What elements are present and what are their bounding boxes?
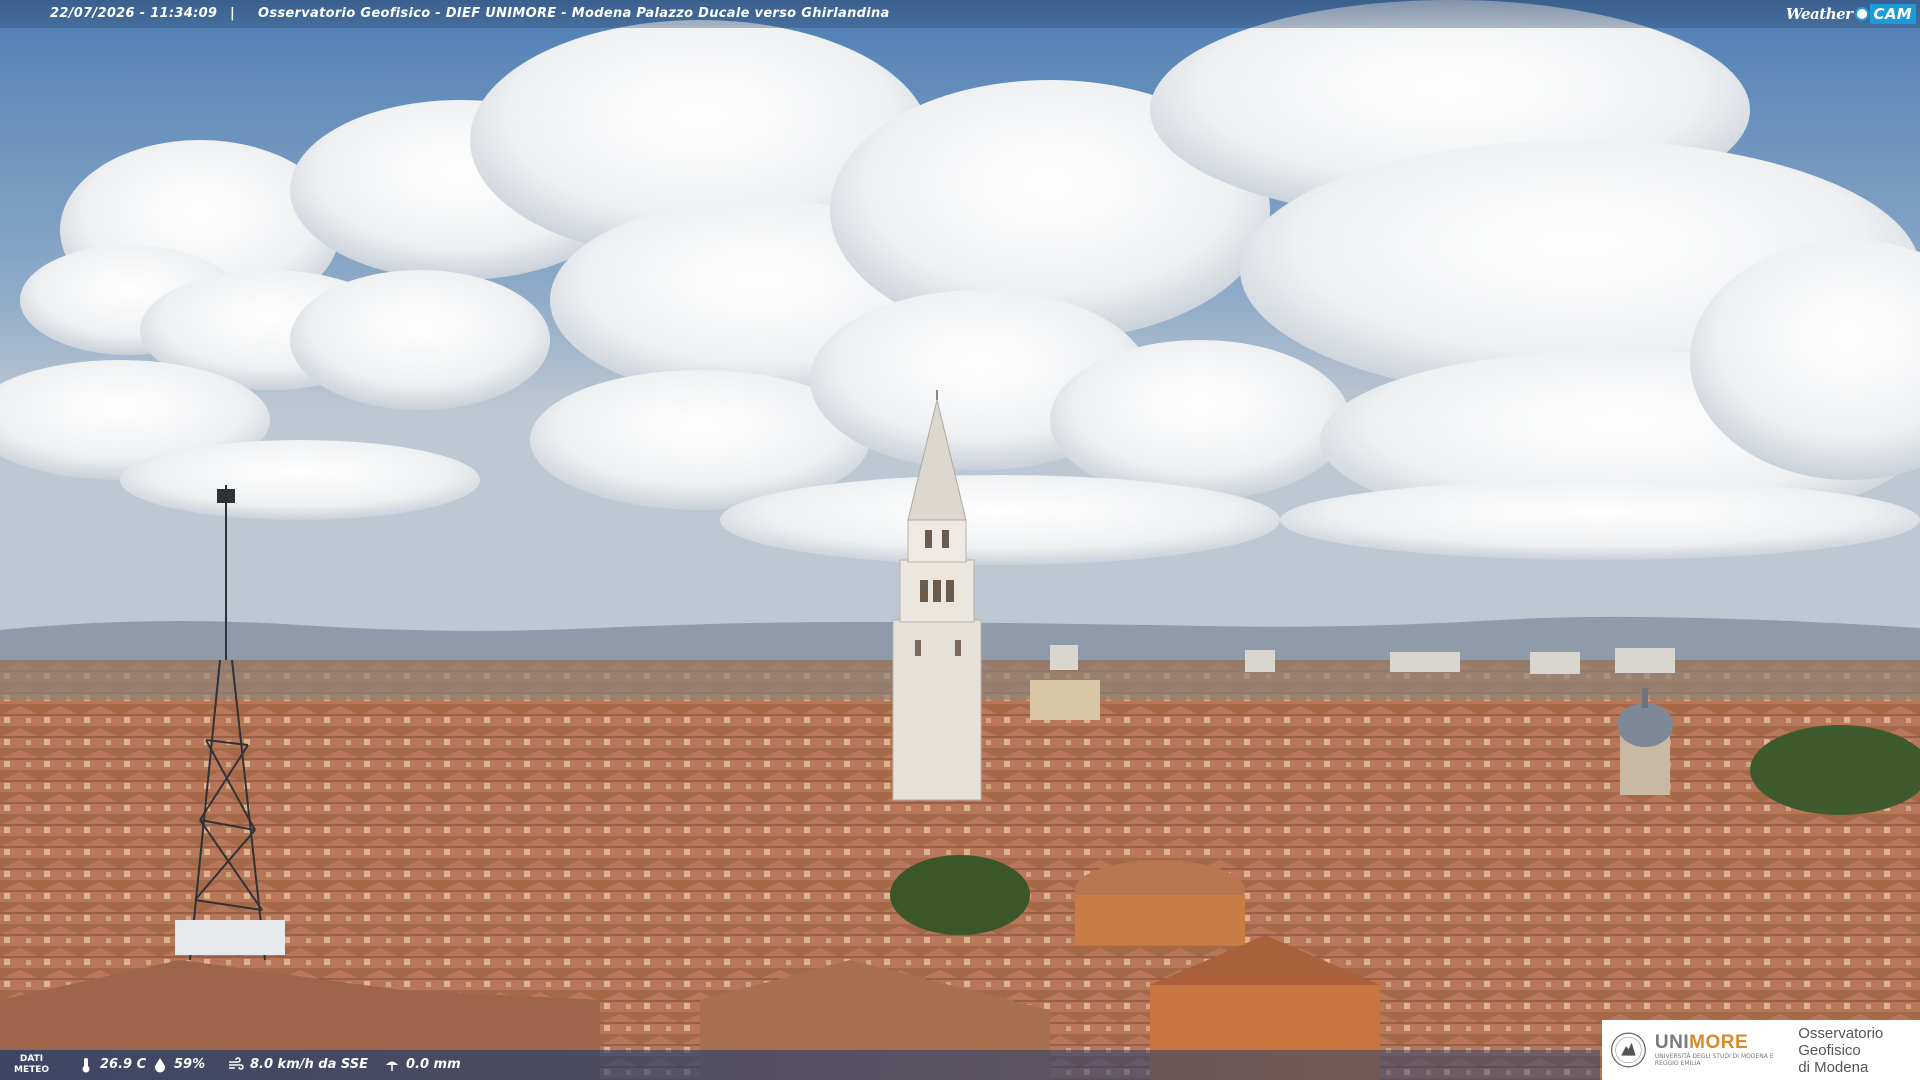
temperature-reading: 26.9 C: [78, 1050, 146, 1080]
caption-bar: 22/07/2026 - 11:34:09 | Osservatorio Geo…: [0, 0, 1920, 28]
wind-reading: 8.0 km/h da SSE: [228, 1050, 368, 1080]
camera-title: Osservatorio Geofisico - DIEF UNIMORE - …: [258, 6, 890, 21]
temperature-value: 26.9 C: [100, 1057, 147, 1072]
humidity-value: 59%: [174, 1057, 206, 1072]
rain-reading: 0.0 mm: [384, 1050, 461, 1080]
timestamp: 22/07/2026 - 11:34:09: [50, 6, 218, 21]
rain-value: 0.0 mm: [406, 1057, 461, 1072]
rain-icon: [386, 1061, 398, 1071]
humidity-reading: 59%: [152, 1050, 205, 1080]
brand-weather: Weather: [1785, 5, 1853, 23]
weather-data-bar: DATI METEO 26.9 C 59% 8.0 km/h da SSE 0.…: [0, 1050, 1600, 1080]
caption-separator: |: [230, 6, 236, 21]
brand-cam: CAM: [1869, 4, 1916, 24]
webcam-city-view: [0, 0, 1920, 1080]
lens-icon: [1854, 7, 1869, 21]
humidity-drop-icon: [155, 1058, 165, 1073]
observatory-name: Osservatorio Geofisico di Modena: [1798, 1024, 1884, 1076]
weathercam-logo: Weather CAM: [1786, 3, 1916, 25]
wind-icon: [229, 1057, 244, 1070]
wind-value: 8.0 km/h da SSE: [250, 1057, 369, 1072]
unimore-logo-box: UNIMORE UNIVERSITÀ DEGLI STUDI DI MODENA…: [1602, 1020, 1920, 1080]
unimore-subtitle: UNIVERSITÀ DEGLI STUDI DI MODENA E REGGI…: [1654, 1053, 1774, 1067]
dati-meteo-label: DATI METEO: [14, 1054, 50, 1075]
unimore-wordmark: UNIMORE UNIVERSITÀ DEGLI STUDI DI MODENA…: [1654, 1033, 1788, 1068]
thermometer-icon: [82, 1058, 90, 1073]
university-seal-icon: [1611, 1032, 1646, 1068]
